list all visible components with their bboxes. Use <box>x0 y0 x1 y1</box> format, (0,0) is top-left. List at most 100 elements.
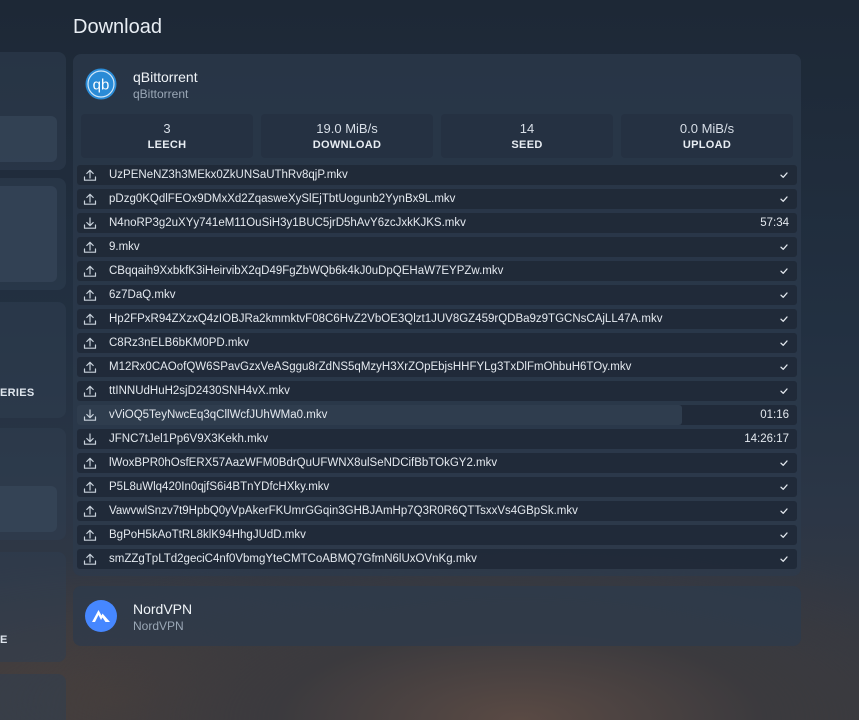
torrent-name: vViOQ5TeyNwcEq3qCllWcfJUhWMa0.mkv <box>109 409 328 421</box>
upload-icon <box>79 237 101 257</box>
stat-upload: 0.0 MiB/s UPLOAD <box>621 114 793 158</box>
qbittorrent-icon: qb <box>85 68 117 100</box>
torrent-name: N4noRP3g2uXYy741eM11OuSiH3y1BUC5jrD5hAvY… <box>109 217 466 229</box>
torrent-name: lWoxBPR0hOsfERX57AazWFM0BdrQuUFWNX8ulSeN… <box>109 457 498 469</box>
check-icon <box>779 477 789 497</box>
torrent-row[interactable]: C8Rz3nELB6bKM0PD.mkv <box>77 333 797 353</box>
torrent-eta: 14:26:17 <box>744 433 789 445</box>
upload-icon <box>79 381 101 401</box>
torrent-row[interactable]: 6z7DaQ.mkv <box>77 285 797 305</box>
torrent-row[interactable]: Hp2FPxR94ZXzxQ4zIOBJRa2kmmktvF08C6HvZ2Vb… <box>77 309 797 329</box>
check-icon <box>779 357 789 377</box>
nordvpn-icon <box>85 600 117 632</box>
stat-leech-value: 3 <box>163 121 171 136</box>
torrent-row[interactable]: lWoxBPR0hOsfERX57AazWFM0BdrQuUFWNX8ulSeN… <box>77 453 797 473</box>
qbittorrent-name: qBittorrent <box>133 69 198 85</box>
download-icon <box>79 213 101 233</box>
stat-leech-label: LEECH <box>147 139 187 151</box>
upload-icon <box>79 189 101 209</box>
nordvpn-subtitle: NordVPN <box>133 619 184 633</box>
left-card-6[interactable] <box>0 674 66 720</box>
check-icon <box>779 453 789 473</box>
torrent-row[interactable]: BgPoH5kAoTtRL8klK94HhgJUdD.mkv <box>77 525 797 545</box>
stat-seed-label: SEED <box>511 139 543 151</box>
stat-leech: 3 LEECH <box>81 114 253 158</box>
qbittorrent-icon-text: qb <box>93 77 110 94</box>
check-icon <box>779 333 789 353</box>
torrent-row[interactable]: UzPENeNZ3h3MEkx0ZkUNSaUThRv8qjP.mkv <box>77 165 797 185</box>
torrent-name: VawvwlSnzv7t9HpbQ0yVpAkerFKUmrGGqin3GHBJ… <box>109 505 578 517</box>
left-card-4-item[interactable] <box>0 486 57 532</box>
stat-seed-value: 14 <box>519 121 535 136</box>
torrent-name: 9.mkv <box>109 241 140 253</box>
torrent-row[interactable]: VawvwlSnzv7t9HpbQ0yVpAkerFKUmrGGqin3GHBJ… <box>77 501 797 521</box>
stat-download-label: DOWNLOAD <box>312 139 382 151</box>
torrent-row[interactable]: M12Rx0CAOofQW6SPavGzxVeASggu8rZdNS5qMzyH… <box>77 357 797 377</box>
nordvpn-header[interactable]: NordVPN NordVPN <box>73 586 801 644</box>
torrent-name: BgPoH5kAoTtRL8klK94HhgJUdD.mkv <box>109 529 306 541</box>
left-card-4[interactable] <box>0 428 66 540</box>
upload-icon <box>79 453 101 473</box>
left-card-2-item[interactable] <box>0 186 57 282</box>
torrent-list: UzPENeNZ3h3MEkx0ZkUNSaUThRv8qjP.mkv pDzg0… <box>77 165 797 573</box>
torrent-row[interactable]: CBqqaih9XxbkfK3iHeirvibX2qD49FgZbWQb6k4k… <box>77 261 797 281</box>
stat-upload-label: UPLOAD <box>682 139 732 151</box>
upload-icon <box>79 501 101 521</box>
stat-seed: 14 SEED <box>441 114 613 158</box>
upload-icon <box>79 525 101 545</box>
qbittorrent-header[interactable]: qb qBittorrent qBittorrent <box>73 54 801 112</box>
torrent-eta: 57:34 <box>760 217 789 229</box>
stat-upload-value: 0.0 MiB/s <box>679 121 735 136</box>
torrent-name: CBqqaih9XxbkfK3iHeirvibX2qD49FgZbWQb6k4k… <box>109 265 504 277</box>
nordvpn-card: NordVPN NordVPN <box>73 586 801 646</box>
torrent-row[interactable]: pDzg0KQdlFEOx9DMxXd2ZqasweXySlEjTbtUogun… <box>77 189 797 209</box>
stat-download-value: 19.0 MiB/s <box>316 121 378 136</box>
section-title: Download <box>73 16 162 38</box>
torrent-name: 6z7DaQ.mkv <box>109 289 176 301</box>
torrent-name: JFNC7tJel1Pp6V9X3Kekh.mkv <box>109 433 269 445</box>
upload-icon <box>79 357 101 377</box>
torrent-name: M12Rx0CAOofQW6SPavGzxVeASggu8rZdNS5qMzyH… <box>109 361 632 373</box>
torrent-row[interactable]: P5L8uWlq420In0qjfS6i4BTnYDfcHXky.mkv <box>77 477 797 497</box>
torrent-name: pDzg0KQdlFEOx9DMxXd2ZqasweXySlEjTbtUogun… <box>109 193 456 205</box>
torrent-row[interactable]: smZZgTpLTd2geciC4nf0VbmgYteCMTCoABMQ7Gfm… <box>77 549 797 569</box>
download-icon <box>79 429 101 449</box>
torrent-name: C8Rz3nELB6bKM0PD.mkv <box>109 337 249 349</box>
torrent-row[interactable]: 9.mkv <box>77 237 797 257</box>
upload-icon <box>79 477 101 497</box>
left-card-1[interactable] <box>0 52 66 170</box>
left-card-3-label: ERIES <box>0 387 35 399</box>
left-card-2[interactable] <box>0 178 66 290</box>
upload-icon <box>79 549 101 569</box>
upload-icon <box>79 309 101 329</box>
upload-icon <box>79 165 101 185</box>
left-card-1-item[interactable] <box>0 116 57 162</box>
download-icon <box>79 405 101 425</box>
qbittorrent-subtitle: qBittorrent <box>133 87 189 101</box>
check-icon <box>779 501 789 521</box>
left-column: ERIES E <box>0 0 66 720</box>
torrent-row[interactable]: ttINNUdHuH2sjD2430SNH4vX.mkv <box>77 381 797 401</box>
qbittorrent-stats: 3 LEECH 19.0 MiB/s DOWNLOAD 14 SEED 0.0 … <box>81 114 793 158</box>
check-icon <box>779 261 789 281</box>
check-icon <box>779 525 789 545</box>
check-icon <box>779 549 789 569</box>
nordvpn-name: NordVPN <box>133 601 193 617</box>
torrent-row[interactable]: vViOQ5TeyNwcEq3qCllWcfJUhWMa0.mkv 01:16 <box>77 405 797 425</box>
upload-icon <box>79 285 101 305</box>
left-card-3[interactable]: ERIES <box>0 302 66 418</box>
check-icon <box>779 285 789 305</box>
qbittorrent-card: qb qBittorrent qBittorrent 3 LEECH 19.0 … <box>73 54 801 576</box>
left-card-5[interactable]: E <box>0 552 66 662</box>
torrent-eta: 01:16 <box>760 409 789 421</box>
torrent-name: UzPENeNZ3h3MEkx0ZkUNSaUThRv8qjP.mkv <box>109 169 348 181</box>
check-icon <box>779 309 789 329</box>
torrent-row[interactable]: N4noRP3g2uXYy741eM11OuSiH3y1BUC5jrD5hAvY… <box>77 213 797 233</box>
left-card-5-label: E <box>0 634 8 646</box>
check-icon <box>779 237 789 257</box>
check-icon <box>779 189 789 209</box>
torrent-name: ttINNUdHuH2sjD2430SNH4vX.mkv <box>109 385 290 397</box>
torrent-row[interactable]: JFNC7tJel1Pp6V9X3Kekh.mkv 14:26:17 <box>77 429 797 449</box>
torrent-name: Hp2FPxR94ZXzxQ4zIOBJRa2kmmktvF08C6HvZ2Vb… <box>109 313 663 325</box>
check-icon <box>779 381 789 401</box>
